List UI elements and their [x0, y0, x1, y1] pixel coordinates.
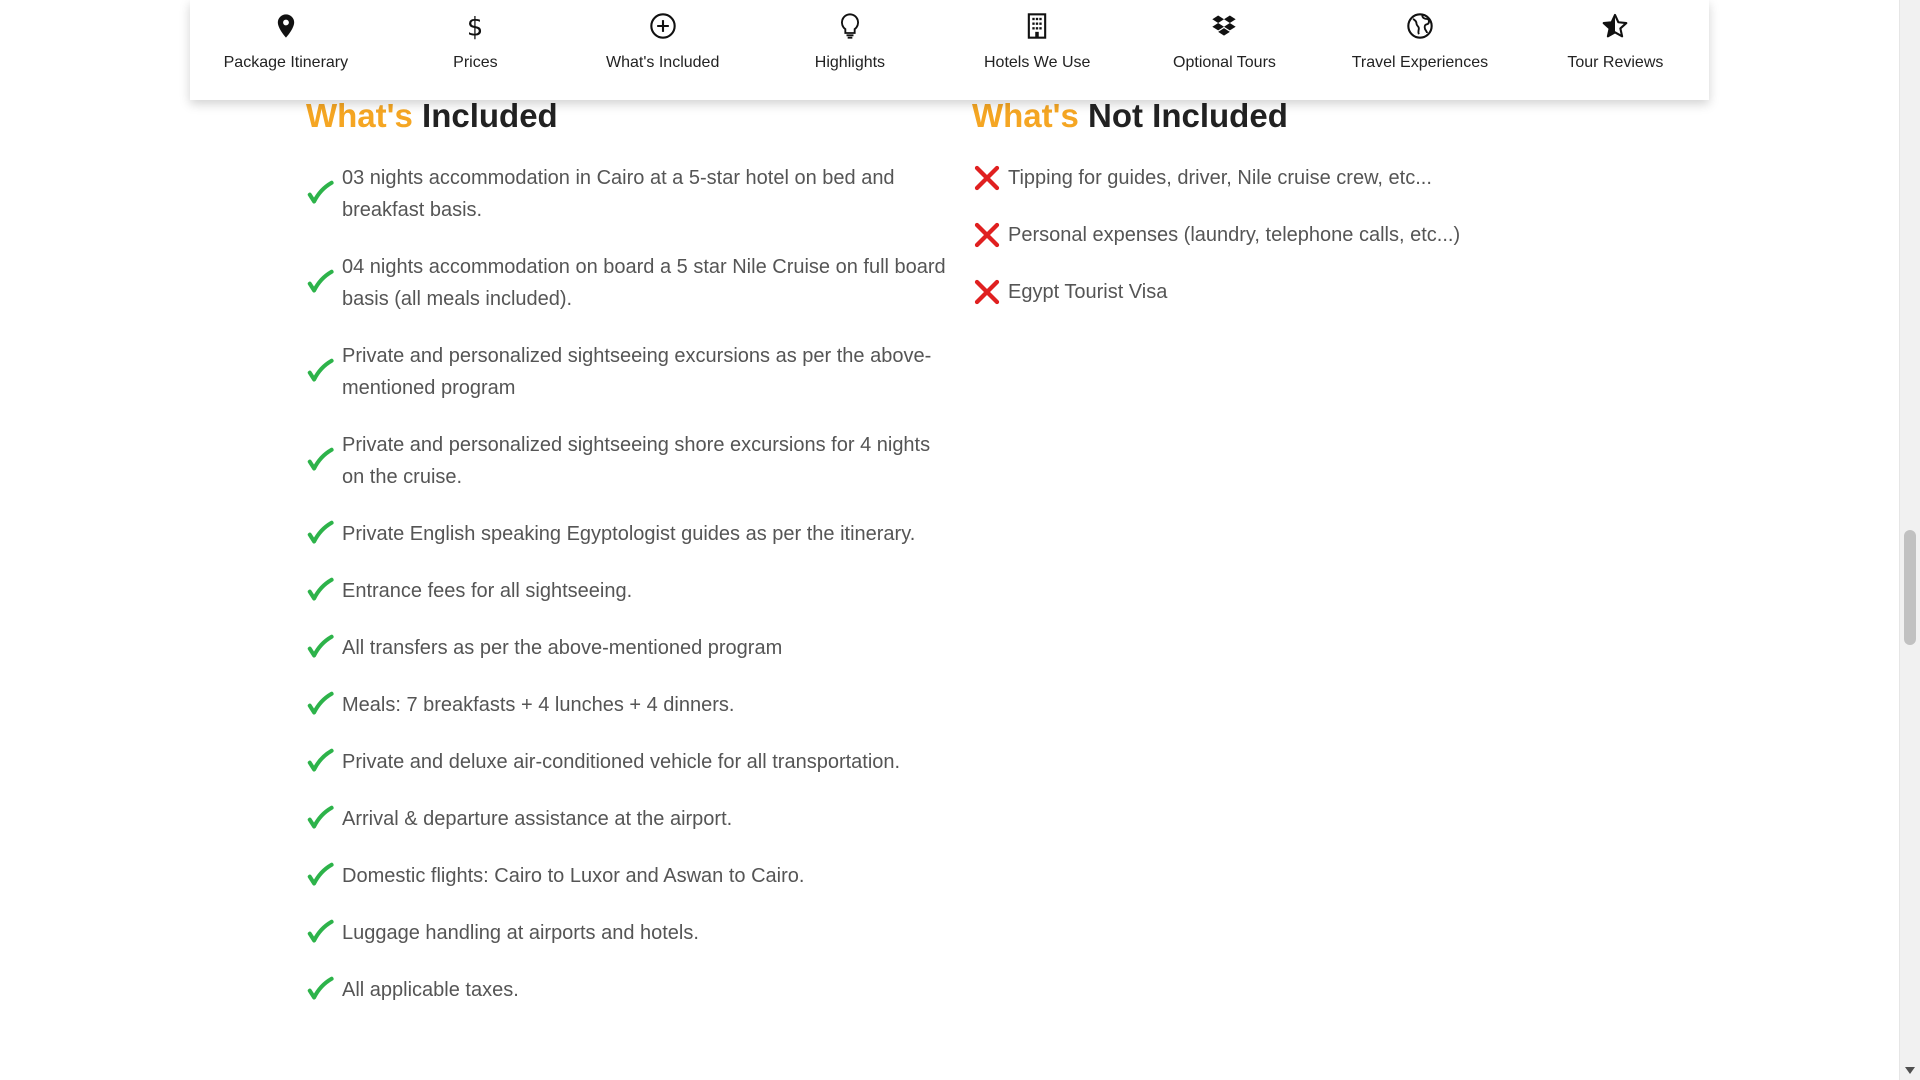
nav-item-label: Hotels We Use — [984, 54, 1091, 71]
building-icon — [1021, 10, 1053, 42]
checkmark-icon — [306, 178, 342, 210]
list-item-text: Arrival & departure assistance at the ai… — [342, 808, 733, 830]
list-item: 03 nights accommodation in Cairo at a 5-… — [306, 162, 946, 226]
nav-item-optional-tours[interactable]: Optional Tours — [1164, 0, 1284, 72]
checkmark-icon — [306, 746, 342, 778]
list-item: Personal expenses (laundry, telephone ca… — [972, 219, 1612, 251]
cross-icon — [972, 219, 1008, 251]
nav-item-label: Package Itinerary — [223, 54, 349, 71]
nav-item-prices[interactable]: $ Prices — [415, 0, 535, 72]
checkmark-icon — [306, 803, 342, 835]
list-item: Meals: 7 breakfasts + 4 lunches + 4 dinn… — [306, 689, 946, 721]
list-item: Private and personalized sightseeing exc… — [306, 340, 946, 404]
list-item-text: Luggage handling at airports and hotels. — [342, 922, 699, 944]
list-item-text: Domestic flights: Cairo to Luxor and Asw… — [342, 865, 805, 887]
list-item: All applicable taxes. — [306, 974, 946, 1006]
nav-item-package-itinerary[interactable]: Package Itinerary — [223, 0, 349, 72]
list-item-text: Egypt Tourist Visa — [1008, 281, 1168, 303]
nav-item-tour-reviews[interactable]: Tour Reviews — [1555, 0, 1675, 72]
list-item-text: All applicable taxes. — [342, 979, 519, 1001]
checkmark-icon — [306, 575, 342, 607]
scrollbar-thumb[interactable] — [1904, 530, 1916, 645]
nav-item-whats-included[interactable]: What's Included — [603, 0, 723, 72]
nav-item-highlights[interactable]: Highlights — [790, 0, 910, 72]
list-item: Arrival & departure assistance at the ai… — [306, 803, 946, 835]
checkmark-icon — [306, 445, 342, 477]
checkmark-icon — [306, 518, 342, 550]
list-item-text: Private and personalized sightseeing sho… — [342, 434, 931, 488]
tour-section-nav: Package Itinerary $ Prices What's Includ… — [190, 0, 1709, 100]
list-item: 04 nights accommodation on board a 5 sta… — [306, 251, 946, 315]
list-item: Private English speaking Egyptologist gu… — [306, 518, 946, 550]
not-included-list: Tipping for guides, driver, Nile cruise … — [972, 162, 1612, 308]
heading-accent: What's — [972, 97, 1079, 134]
plus-circle-icon — [647, 10, 679, 42]
list-item-text: 04 nights accommodation on board a 5 sta… — [342, 256, 946, 310]
whats-not-included-section: What's Not Included Tipping for guides, … — [972, 96, 1612, 333]
checkmark-icon — [306, 974, 342, 1006]
dollar-icon: $ — [459, 10, 491, 42]
included-list: 03 nights accommodation in Cairo at a 5-… — [306, 162, 946, 1006]
checkmark-icon — [306, 356, 342, 388]
list-item-text: 03 nights accommodation in Cairo at a 5-… — [342, 167, 895, 221]
list-item: Luggage handling at airports and hotels. — [306, 917, 946, 949]
nav-item-label: What's Included — [606, 54, 720, 71]
nav-item-travel-experiences[interactable]: Travel Experiences — [1352, 0, 1488, 72]
cross-icon — [972, 162, 1008, 194]
nav-item-label: Prices — [453, 54, 498, 71]
scrollbar[interactable] — [1899, 0, 1920, 1080]
star-icon — [1599, 10, 1631, 42]
list-item-text: Entrance fees for all sightseeing. — [342, 580, 633, 602]
scroll-down-arrow-icon[interactable] — [1905, 1067, 1915, 1074]
list-item-text: Meals: 7 breakfasts + 4 lunches + 4 dinn… — [342, 694, 735, 716]
nav-item-label: Travel Experiences — [1351, 54, 1489, 71]
list-item-text: Private English speaking Egyptologist gu… — [342, 523, 916, 545]
whats-not-included-heading: What's Not Included — [972, 96, 1612, 136]
lightbulb-icon — [834, 10, 866, 42]
dropbox-icon — [1208, 10, 1240, 42]
list-item: Private and personalized sightseeing sho… — [306, 429, 946, 493]
whats-included-heading: What's Included — [306, 96, 946, 136]
list-item-text: Tipping for guides, driver, Nile cruise … — [1008, 167, 1432, 189]
list-item-text: Personal expenses (laundry, telephone ca… — [1008, 224, 1461, 246]
list-item: All transfers as per the above-mentioned… — [306, 632, 946, 664]
checkmark-icon — [306, 860, 342, 892]
list-item: Domestic flights: Cairo to Luxor and Asw… — [306, 860, 946, 892]
list-item-text: All transfers as per the above-mentioned… — [342, 637, 783, 659]
cross-icon — [972, 276, 1008, 308]
checkmark-icon — [306, 267, 342, 299]
nav-item-label: Highlights — [814, 54, 886, 71]
list-item-text: Private and personalized sightseeing exc… — [342, 345, 932, 399]
heading-accent: What's — [306, 97, 413, 134]
list-item: Entrance fees for all sightseeing. — [306, 575, 946, 607]
checkmark-icon — [306, 917, 342, 949]
checkmark-icon — [306, 632, 342, 664]
whats-included-section: What's Included 03 nights accommodation … — [306, 96, 946, 1031]
nav-item-label: Optional Tours — [1173, 54, 1276, 71]
list-item: Tipping for guides, driver, Nile cruise … — [972, 162, 1612, 194]
checkmark-icon — [306, 689, 342, 721]
page: Package Itinerary $ Prices What's Includ… — [0, 0, 1920, 1080]
nav-item-hotels-we-use[interactable]: Hotels We Use — [977, 0, 1097, 72]
heading-rest: Included — [412, 97, 558, 134]
heading-rest: Not Included — [1078, 97, 1288, 134]
globe-icon — [1404, 10, 1436, 42]
list-item: Egypt Tourist Visa — [972, 276, 1612, 308]
map-pin-icon — [270, 10, 302, 42]
list-item: Private and deluxe air-conditioned vehic… — [306, 746, 946, 778]
nav-item-label: Tour Reviews — [1567, 54, 1664, 71]
svg-text:$: $ — [467, 12, 483, 40]
list-item-text: Private and deluxe air-conditioned vehic… — [342, 751, 901, 773]
